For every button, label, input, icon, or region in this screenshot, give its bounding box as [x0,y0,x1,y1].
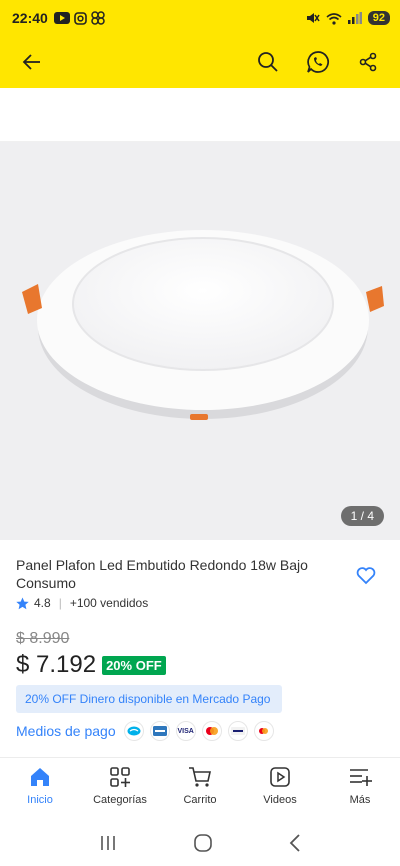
gallery-counter: 1 / 4 [340,506,384,526]
bottom-nav: Inicio Categorías Carrito Videos Más [0,757,400,819]
price-row: $ 7.192 20% OFF [16,651,166,679]
app-icon [91,11,105,25]
visa-debit-icon [227,721,248,741]
rating-row[interactable]: 4.8 | +100 vendidos [16,596,148,610]
product-gallery[interactable]: 1 / 4 [0,142,400,540]
search-icon [258,52,278,72]
product-title: Panel Plafon Led Embutido Redondo 18w Ba… [16,557,308,591]
nav-videos[interactable]: Videos [240,766,320,806]
status-bar: 22:40 92 [0,0,400,36]
system-nav-bar [0,819,400,866]
share-icon [359,52,377,72]
visa-icon: VISA [175,721,196,741]
mercado-pago-icon [123,721,144,741]
cart-icon [189,767,211,787]
battery-indicator: 92 [367,11,390,25]
amex-icon [149,721,170,741]
back-arrow-icon [22,54,40,70]
search-button[interactable] [250,44,286,80]
rating-value: 4.8 [34,596,51,610]
youtube-icon [53,12,70,24]
app-bar [0,36,400,88]
payment-methods-link[interactable]: Medios de pago [16,723,116,739]
nav-label: Carrito [183,794,217,806]
nav-carrito[interactable]: Carrito [160,766,240,806]
divider: | [58,596,62,610]
whatsapp-button[interactable] [300,44,336,80]
nav-label: Inicio [27,794,53,806]
mastercard-icon [201,721,222,741]
instagram-icon [74,11,87,25]
payment-methods[interactable]: Medios de pago VISA [16,721,274,741]
old-price: $ 8.990 [16,630,70,647]
back-nav-icon[interactable] [288,833,302,853]
signal-icon [347,12,362,24]
categories-icon [110,767,130,787]
more-icon [350,769,372,786]
status-time: 22:40 [12,10,48,26]
nav-inicio[interactable]: Inicio [0,766,80,806]
back-button[interactable] [14,44,50,80]
price: $ 7.192 [16,651,97,678]
heart-icon [356,567,376,585]
mute-icon [306,13,320,23]
product-image [22,230,384,420]
sold-count: +100 vendidos [69,596,149,610]
favorite-button[interactable] [352,562,380,590]
star-icon [16,597,29,609]
whatsapp-icon [307,51,329,73]
video-icon [270,767,290,787]
nav-categorias[interactable]: Categorías [80,766,160,806]
nav-label: Más [349,794,371,806]
nav-label: Videos [263,794,297,806]
recents-icon[interactable] [98,834,118,852]
wifi-icon [326,12,342,25]
nav-label: Categorías [93,794,147,806]
header-spacer [0,88,400,142]
mastercard-debit-icon [253,721,274,741]
promo-banner[interactable]: 20% OFF Dinero disponible en Mercado Pag… [16,685,282,713]
nav-mas[interactable]: Más [320,766,400,806]
home-icon [31,768,49,786]
home-circle-icon[interactable] [193,833,213,853]
share-button[interactable] [350,44,386,80]
discount-badge: 20% OFF [102,655,166,675]
